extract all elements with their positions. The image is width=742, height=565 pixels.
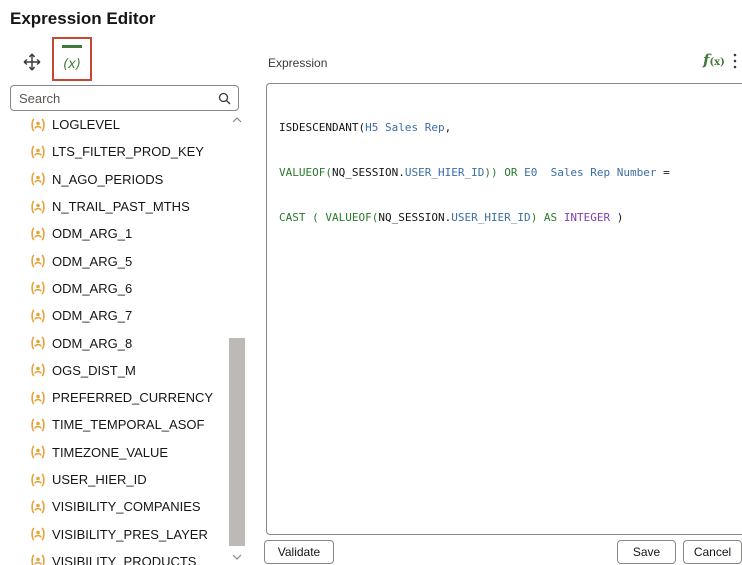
variable-icon (31, 418, 45, 432)
page-title: Expression Editor (10, 9, 156, 28)
search-icon[interactable] (218, 92, 231, 105)
list-item-label: N_AGO_PERIODS (52, 171, 164, 187)
list-item-label: ODM_ARG_6 (52, 280, 133, 296)
list-item-label: LOGLEVEL (52, 117, 120, 133)
left-toolbar: (x) (10, 37, 242, 83)
list-item[interactable]: ODM_ARG_6 (30, 275, 230, 302)
variable-icon (31, 336, 45, 350)
list-item-label: TIMEZONE_VALUE (52, 444, 169, 460)
variable-icon (31, 145, 45, 159)
variables-list: LOGLEVEL LTS_FILTER_PROD_KEY N_AGO_PERIODS… (30, 111, 230, 565)
list-item-label: PREFERRED_CURRENCY (52, 390, 214, 406)
list-item-label: OGS_DIST_M (52, 362, 136, 378)
code-punct: ) (610, 211, 624, 224)
code-punct: )) (484, 166, 498, 179)
code-line-3: CAST ( VALUEOF(NQ_SESSION.USER_HIER_ID) … (279, 210, 670, 225)
variable-icon (31, 363, 45, 377)
code-punct: . (398, 166, 405, 179)
variable-icon (31, 390, 45, 405)
list-item[interactable]: LTS_FILTER_PROD_KEY (30, 138, 230, 165)
code-column: E0 Sales Rep Number (524, 166, 657, 179)
variable-icon (31, 281, 45, 296)
code-type: INTEGER (563, 211, 611, 224)
expression-label: Expression (268, 56, 328, 70)
variable-icon (31, 227, 45, 241)
code-keyword: AS (537, 211, 564, 224)
code-fn: VALUEOF( (325, 211, 379, 224)
code-line-2: VALUEOF(NQ_SESSION.USER_HIER_ID)) OR E0 … (279, 165, 670, 180)
search-box (10, 85, 239, 111)
save-button[interactable]: Save (617, 540, 676, 564)
code-operator: = (656, 166, 670, 179)
list-item-label: USER_HIER_ID (52, 472, 147, 487)
list-item[interactable]: VISIBILITY_PRES_LAYER (30, 520, 230, 547)
list-item[interactable]: TIME_TEMPORAL_ASOF (30, 411, 230, 438)
move-icon[interactable] (23, 53, 41, 71)
list-item[interactable]: ODM_ARG_1 (30, 220, 230, 247)
variable-icon (31, 500, 45, 514)
code-keyword: CAST ( (279, 211, 326, 224)
code-line-1: ISDESCENDANT(H5 Sales Rep, (279, 120, 670, 135)
function-icon[interactable]: f(x) (703, 51, 725, 69)
code-column: H5 Sales Rep (365, 121, 445, 134)
code-punct: , (444, 121, 452, 134)
variable-icon (31, 172, 45, 186)
variable-icon (31, 554, 45, 565)
list-item[interactable]: VISIBILITY_PRODUCTS (30, 548, 230, 565)
list-item[interactable]: N_TRAIL_PAST_MTHS (30, 193, 230, 220)
list-item[interactable]: PREFERRED_CURRENCY (30, 384, 230, 411)
variable-icon (31, 445, 45, 459)
cancel-button[interactable]: Cancel (683, 540, 742, 564)
variable-icon (31, 254, 45, 268)
list-item-label: N_TRAIL_PAST_MTHS (52, 199, 190, 215)
code-fn: ISDESCENDANT( (279, 121, 366, 134)
variable-icon (31, 472, 45, 487)
code-ident: NQ_SESSION (378, 211, 445, 224)
list-item[interactable]: LOGLEVEL (30, 111, 230, 138)
code-fn: VALUEOF( (279, 166, 332, 179)
list-item-label: ODM_ARG_8 (52, 335, 133, 351)
scrollbar-thumb[interactable] (229, 338, 245, 546)
variable-icon (31, 199, 45, 214)
list-scrollbar[interactable] (229, 112, 245, 565)
variable-icon (31, 527, 45, 541)
list-item-label: ODM_ARG_5 (52, 253, 133, 269)
chevron-up-icon[interactable] (232, 116, 242, 124)
list-item[interactable]: ODM_ARG_5 (30, 247, 230, 274)
variables-tab[interactable]: (x) (52, 37, 92, 81)
code-ident: NQ_SESSION (331, 166, 399, 179)
code-ident: USER_HIER_ID (404, 166, 485, 179)
expression-editor[interactable]: ISDESCENDANT(H5 Sales Rep, VALUEOF(NQ_SE… (266, 83, 742, 535)
list-item-label: VISIBILITY_PRES_LAYER (52, 526, 208, 542)
variable-icon (31, 309, 45, 323)
list-item[interactable]: VISIBILITY_COMPANIES (30, 493, 230, 520)
list-item-label: ODM_ARG_7 (52, 308, 133, 324)
variable-icon (31, 118, 45, 132)
list-item[interactable]: USER_HIER_ID (30, 466, 230, 493)
list-item[interactable]: N_AGO_PERIODS (30, 166, 230, 193)
list-item[interactable]: ODM_ARG_7 (30, 302, 230, 329)
list-item-label: VISIBILITY_COMPANIES (52, 499, 201, 515)
active-tab-indicator (62, 45, 82, 48)
list-item[interactable]: TIMEZONE_VALUE (30, 439, 230, 466)
code-keyword: OR (497, 166, 525, 179)
list-item-label: LTS_FILTER_PROD_KEY (52, 144, 204, 160)
chevron-down-icon[interactable] (232, 553, 242, 561)
search-input[interactable] (19, 89, 209, 107)
list-item-label: ODM_ARG_1 (52, 226, 133, 242)
list-item-label: TIME_TEMPORAL_ASOF (52, 417, 205, 433)
code-ident: USER_HIER_ID (451, 211, 531, 224)
expression-code[interactable]: ISDESCENDANT(H5 Sales Rep, VALUEOF(NQ_SE… (279, 90, 670, 255)
fx-sub-label: (x) (709, 57, 725, 68)
list-item[interactable]: OGS_DIST_M (30, 357, 230, 384)
validate-button[interactable]: Validate (264, 540, 334, 564)
more-options-icon[interactable] (733, 53, 737, 69)
list-item-label: VISIBILITY_PRODUCTS (52, 553, 197, 565)
variables-tab-label: (x) (63, 57, 81, 72)
list-item[interactable]: ODM_ARG_8 (30, 329, 230, 356)
